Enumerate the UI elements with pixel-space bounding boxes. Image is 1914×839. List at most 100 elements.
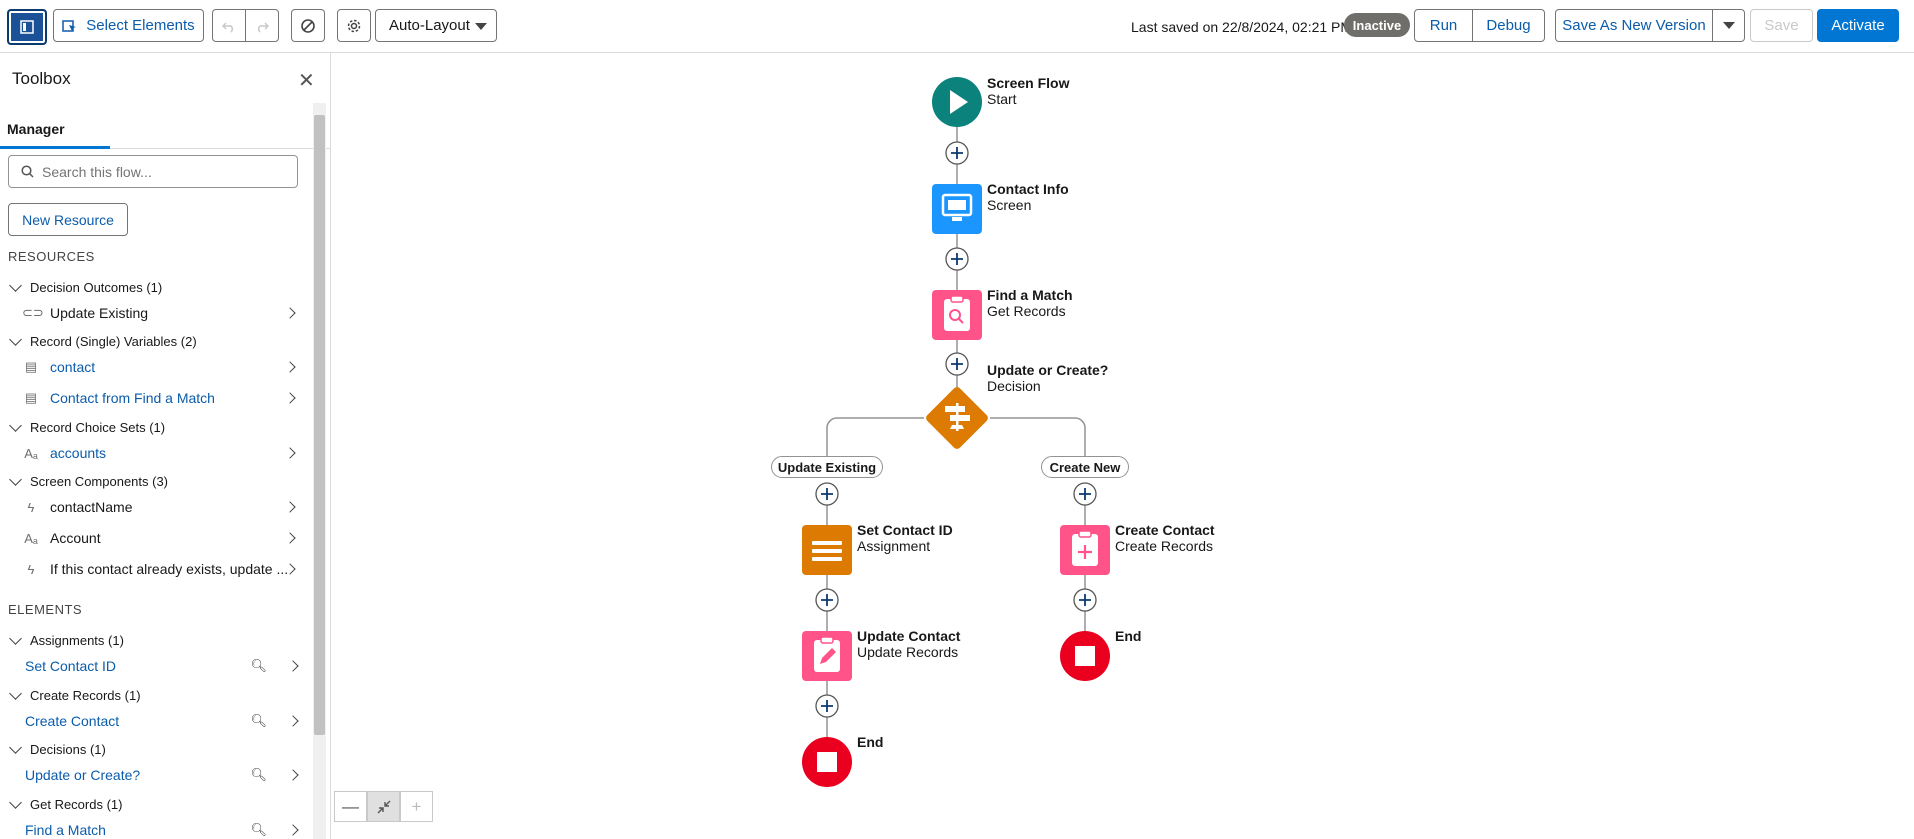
decision-node[interactable] bbox=[924, 385, 989, 450]
screen-node-label: Contact Info Screen bbox=[987, 181, 1069, 213]
record-variable-icon: ▤ bbox=[24, 359, 38, 374]
tab-active-indicator bbox=[0, 146, 110, 149]
group-label: Decision Outcomes (1) bbox=[30, 280, 163, 295]
stop-icon bbox=[817, 752, 837, 772]
search-icon[interactable]: 🔍︎ bbox=[250, 767, 267, 783]
layout-dropdown-label: Auto-Layout bbox=[389, 17, 470, 34]
start-node[interactable] bbox=[932, 77, 982, 127]
tab-manager[interactable]: Manager bbox=[0, 101, 330, 149]
node-type: Screen bbox=[987, 197, 1032, 213]
errors-button[interactable] bbox=[291, 9, 325, 42]
chevron-down-icon bbox=[9, 632, 22, 645]
undo-button[interactable] bbox=[212, 9, 246, 42]
end-node-label-right: End bbox=[1115, 628, 1141, 644]
add-element-button[interactable] bbox=[815, 482, 839, 506]
element-find-a-match[interactable]: Find a Match 🔍︎ bbox=[25, 822, 305, 838]
save-as-new-version-button[interactable]: Save As New Version bbox=[1555, 9, 1713, 42]
elements-heading: ELEMENTS bbox=[8, 602, 83, 617]
zoom-out-button[interactable]: — bbox=[334, 791, 367, 822]
resource-contact-from-find-a-match[interactable]: ▤ Contact from Find a Match bbox=[22, 390, 302, 406]
group-record-variables[interactable]: Record (Single) Variables (2) bbox=[8, 333, 197, 349]
settings-button[interactable] bbox=[337, 9, 371, 42]
resource-display-text[interactable]: ϟ If this contact already exists, update … bbox=[22, 561, 302, 577]
activate-button[interactable]: Activate bbox=[1817, 9, 1899, 42]
update-records-node[interactable] bbox=[802, 631, 852, 681]
group-label: Assignments (1) bbox=[30, 633, 124, 648]
get-records-node[interactable] bbox=[932, 290, 982, 340]
flow-connectors bbox=[802, 77, 1110, 787]
resource-label: contact bbox=[50, 359, 96, 375]
resource-label: contactName bbox=[50, 499, 133, 515]
chevron-down-icon bbox=[9, 796, 22, 809]
chevron-right-icon bbox=[287, 715, 299, 727]
add-element-button[interactable] bbox=[945, 247, 969, 271]
group-create-records[interactable]: Create Records (1) bbox=[8, 687, 141, 703]
record-variable-icon: ▤ bbox=[24, 390, 38, 405]
element-label: Update or Create? bbox=[25, 767, 141, 783]
element-label: Set Contact ID bbox=[25, 658, 117, 674]
create-records-node[interactable] bbox=[1060, 525, 1110, 575]
node-title: Update or Create? bbox=[987, 362, 1109, 378]
resource-contactname[interactable]: ϟ contactName bbox=[22, 499, 302, 515]
node-title: End bbox=[1115, 628, 1142, 644]
group-record-choice-sets[interactable]: Record Choice Sets (1) bbox=[8, 419, 165, 435]
chevron-right-icon bbox=[287, 769, 299, 781]
outcome-update-existing[interactable]: Update Existing bbox=[771, 456, 883, 478]
save-options-dropdown[interactable] bbox=[1712, 9, 1745, 42]
resource-update-existing[interactable]: ⊂⊃ Update Existing bbox=[22, 305, 302, 321]
resource-accounts[interactable]: Aₐ accounts bbox=[22, 445, 302, 461]
element-set-contact-id[interactable]: Set Contact ID 🔍︎ bbox=[25, 658, 305, 674]
resource-account[interactable]: Aₐ Account bbox=[22, 530, 302, 546]
search-box[interactable] bbox=[8, 155, 298, 188]
search-input[interactable] bbox=[42, 163, 272, 180]
add-element-button[interactable] bbox=[1073, 482, 1097, 506]
screen-node[interactable] bbox=[932, 184, 982, 234]
resource-contact[interactable]: ▤ contact bbox=[22, 359, 302, 375]
toolbox-scrollbar[interactable] bbox=[313, 103, 326, 839]
element-update-or-create[interactable]: Update or Create? 🔍︎ bbox=[25, 767, 305, 783]
close-icon[interactable]: ✕ bbox=[298, 68, 315, 93]
node-title: End bbox=[857, 734, 884, 750]
layout-dropdown[interactable]: Auto-Layout bbox=[375, 9, 497, 42]
assignment-node[interactable] bbox=[802, 525, 852, 575]
add-element-button[interactable] bbox=[945, 352, 969, 376]
group-decisions[interactable]: Decisions (1) bbox=[8, 741, 106, 757]
group-decision-outcomes[interactable]: Decision Outcomes (1) bbox=[8, 279, 163, 295]
add-element-button[interactable] bbox=[815, 694, 839, 718]
add-element-button[interactable] bbox=[1073, 588, 1097, 612]
fit-view-button[interactable] bbox=[367, 791, 400, 822]
redo-button[interactable] bbox=[245, 9, 279, 42]
text-type-icon: Aₐ bbox=[24, 445, 38, 461]
node-type: Start bbox=[987, 91, 1017, 107]
zoom-in-button[interactable]: + bbox=[400, 791, 433, 822]
group-assignments[interactable]: Assignments (1) bbox=[8, 632, 124, 648]
group-screen-components[interactable]: Screen Components (3) bbox=[8, 473, 168, 489]
search-icon[interactable]: 🔍︎ bbox=[250, 822, 267, 838]
end-node[interactable] bbox=[802, 737, 852, 787]
select-elements-button[interactable]: Select Elements bbox=[53, 9, 204, 42]
outcome-create-new[interactable]: Create New bbox=[1041, 456, 1129, 478]
tab-manager-label: Manager bbox=[7, 121, 65, 137]
add-element-button[interactable] bbox=[945, 141, 969, 165]
debug-button[interactable]: Debug bbox=[1472, 9, 1545, 42]
add-element-button[interactable] bbox=[815, 588, 839, 612]
node-type: Decision bbox=[987, 378, 1041, 394]
end-node[interactable] bbox=[1060, 631, 1110, 681]
get-records-node-label: Find a Match Get Records bbox=[987, 287, 1073, 319]
group-get-records[interactable]: Get Records (1) bbox=[8, 796, 122, 812]
search-icon[interactable]: 🔍︎ bbox=[250, 658, 267, 674]
search-icon bbox=[21, 165, 34, 178]
search-icon[interactable]: 🔍︎ bbox=[250, 713, 267, 729]
new-resource-button[interactable]: New Resource bbox=[8, 203, 128, 236]
flow-canvas[interactable]: Screen Flow Start Contact Info Screen Find… bbox=[332, 53, 1914, 839]
node-title: Screen Flow bbox=[987, 75, 1070, 91]
run-button[interactable]: Run bbox=[1414, 9, 1473, 42]
clipboard-search-icon bbox=[944, 295, 970, 331]
element-create-contact[interactable]: Create Contact 🔍︎ bbox=[25, 713, 305, 729]
toggle-toolbox-button[interactable] bbox=[7, 9, 47, 45]
save-button[interactable]: Save bbox=[1750, 9, 1813, 42]
zoom-controls: — + bbox=[334, 791, 433, 822]
update-records-node-label: Update Contact Update Records bbox=[857, 628, 960, 660]
outcome-icon: ⊂⊃ bbox=[22, 305, 44, 320]
scrollbar-thumb[interactable] bbox=[314, 115, 325, 735]
